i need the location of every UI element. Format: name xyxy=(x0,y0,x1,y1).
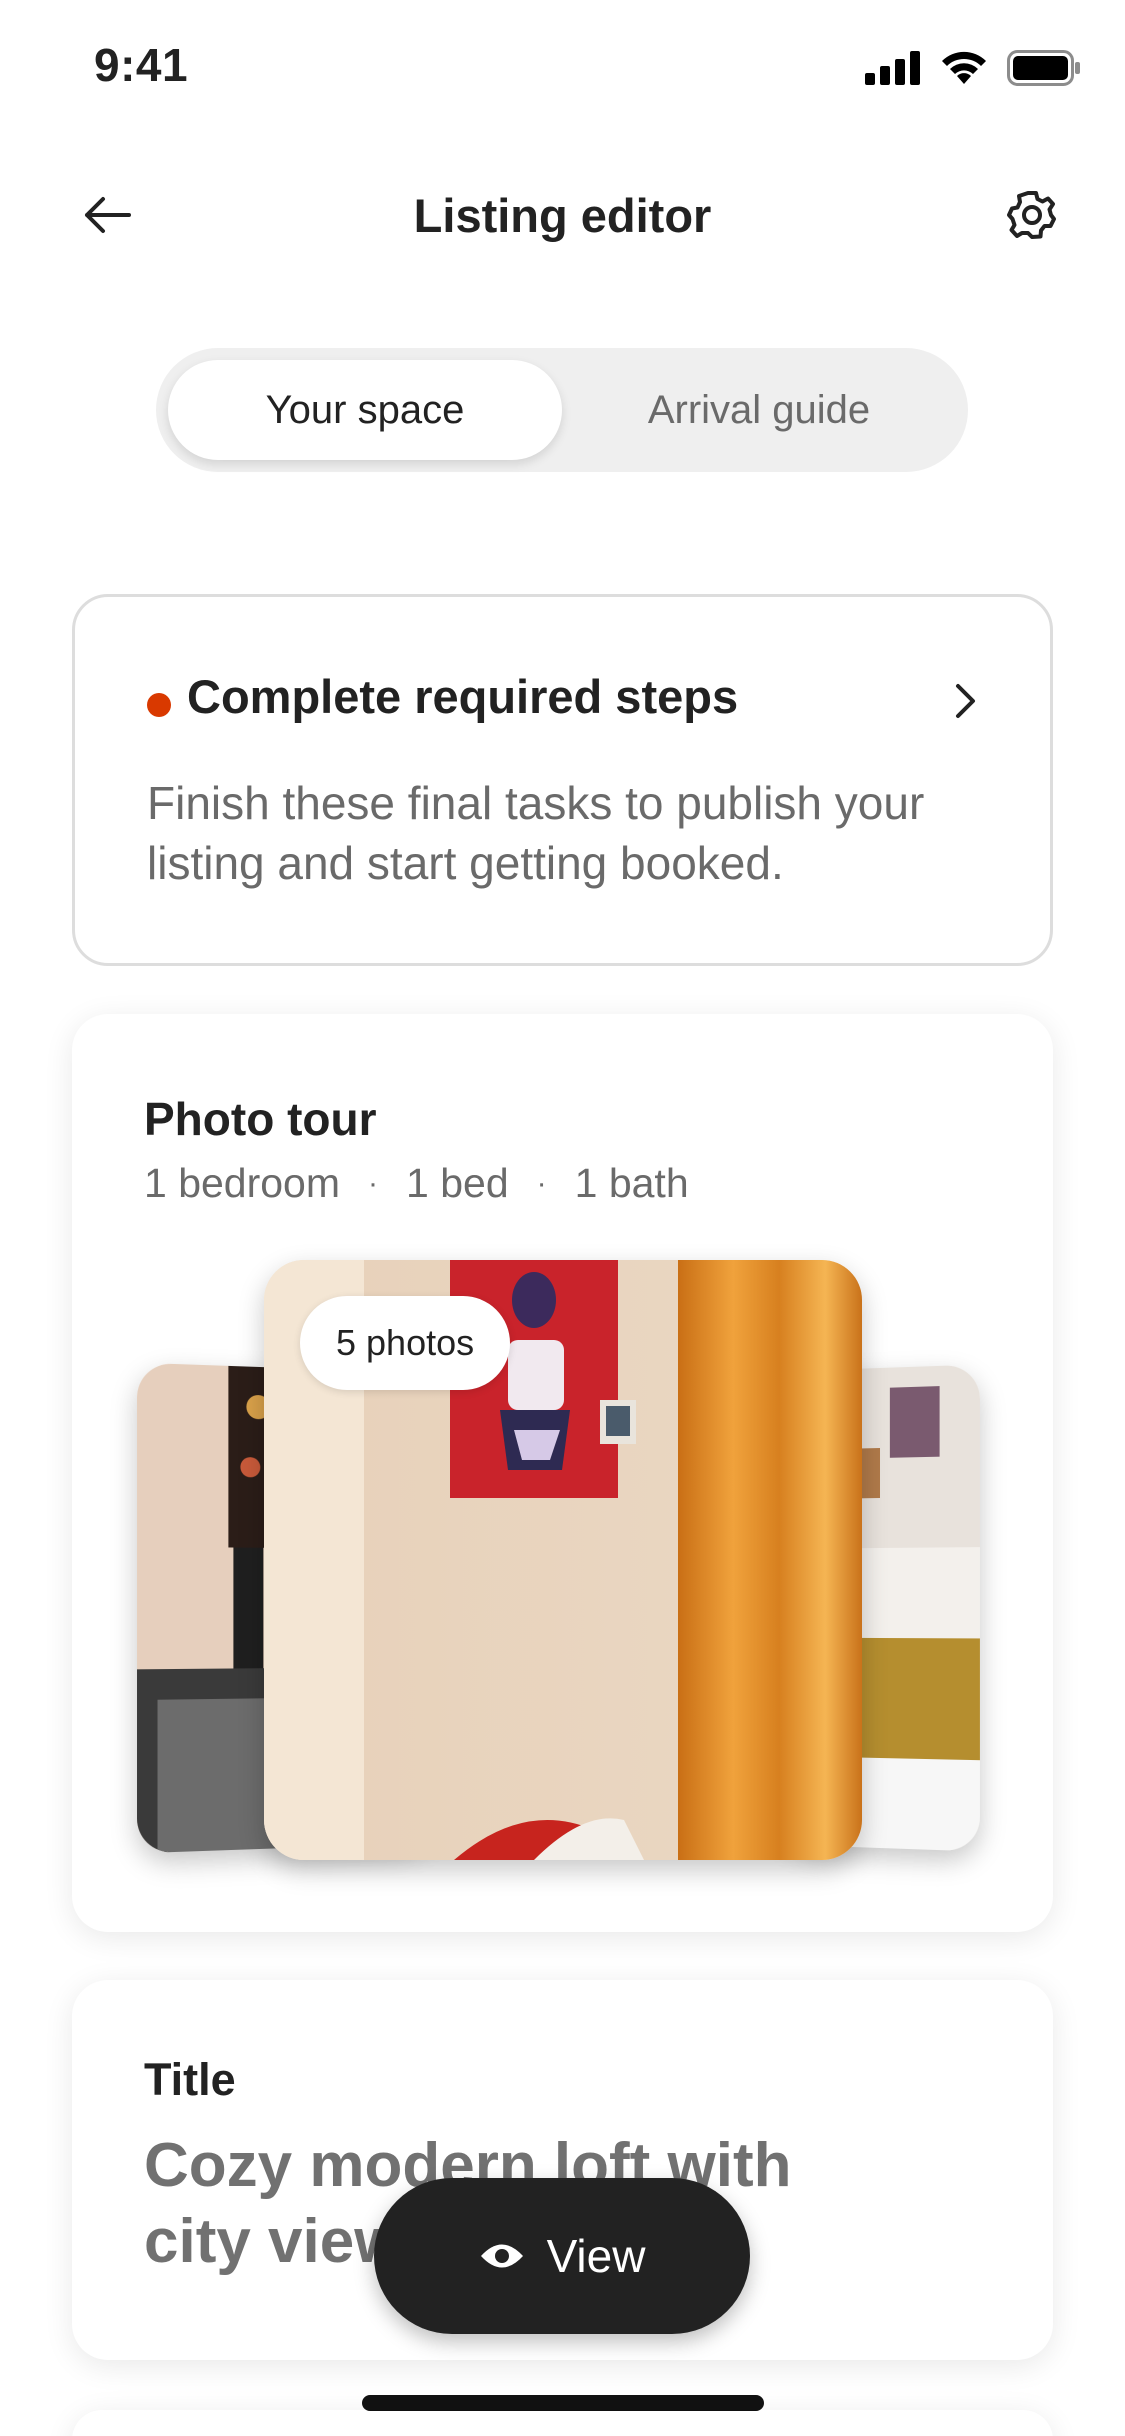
battery-icon xyxy=(1007,50,1080,86)
header: Listing editor xyxy=(0,160,1125,270)
wifi-icon xyxy=(942,51,986,84)
page-title: Listing editor xyxy=(413,189,712,242)
tab-arrival-guide[interactable]: Arrival guide xyxy=(562,360,956,460)
chevron-right-icon xyxy=(944,679,988,723)
status-icons xyxy=(865,50,1081,86)
gear-icon xyxy=(1007,191,1056,239)
photo-count-badge: 5 photos xyxy=(300,1296,511,1390)
required-steps-description: Finish these final tasks to publish your… xyxy=(147,777,925,889)
next-card xyxy=(72,2410,1053,2436)
settings-button[interactable] xyxy=(997,180,1067,250)
status-bar: 9:41 xyxy=(0,0,1125,140)
home-indicator xyxy=(362,2395,764,2411)
required-steps-title: Complete required steps xyxy=(187,670,739,723)
tab-your-space[interactable]: Your space xyxy=(168,360,562,460)
segmented-control: Your space Arrival guide xyxy=(156,348,968,472)
title-label: Title xyxy=(144,2054,236,2105)
view-button-label: View xyxy=(546,2230,646,2282)
required-steps-card[interactable]: Complete required steps Finish these fin… xyxy=(72,594,1053,966)
status-time: 9:41 xyxy=(94,39,189,91)
signal-icon xyxy=(865,51,920,85)
view-button[interactable]: View xyxy=(374,2178,750,2334)
photo-tour-card[interactable]: Photo tour 1 bedroom · 1 bed · 1 bath 5 … xyxy=(72,1014,1053,1932)
photo-stack: 5 photos xyxy=(72,1014,1053,1932)
alert-dot-icon xyxy=(147,693,171,717)
eye-icon xyxy=(480,2244,523,2268)
